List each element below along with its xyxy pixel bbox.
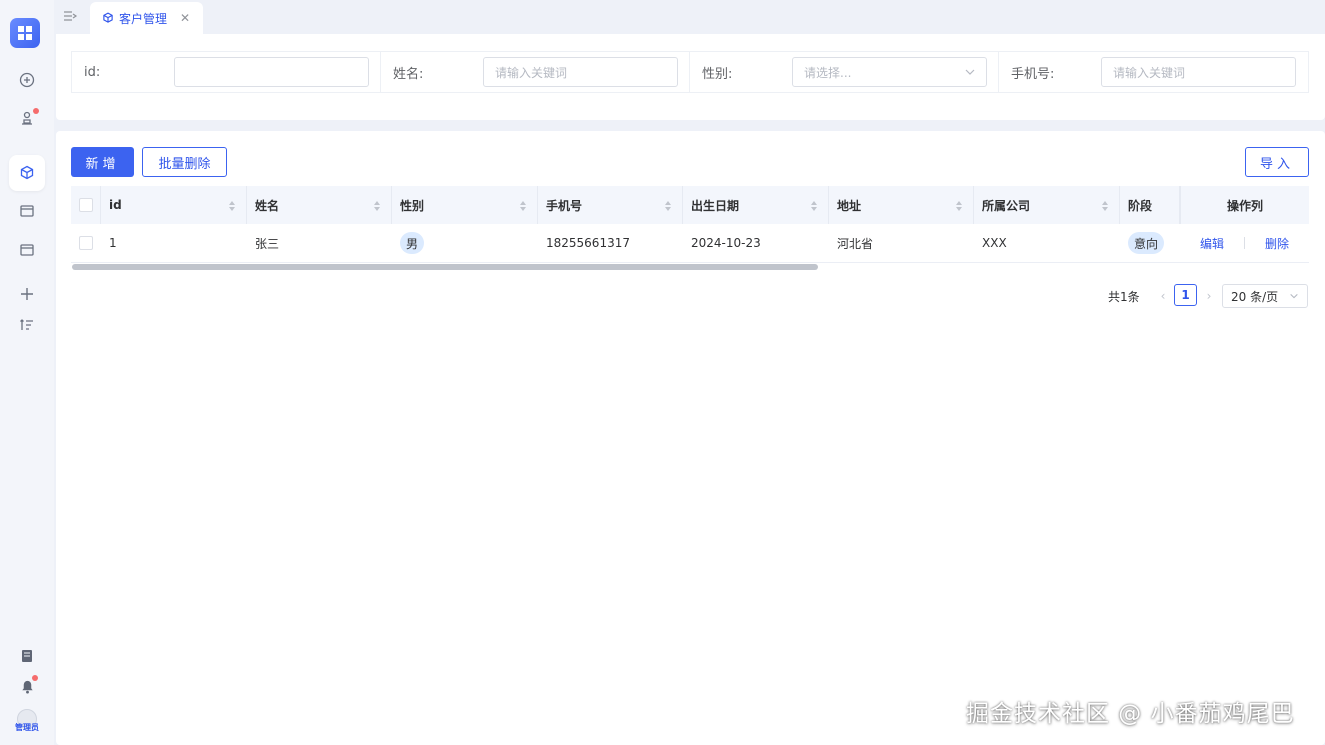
field-label: 姓名: bbox=[393, 66, 424, 82]
table-cell: 1 bbox=[109, 236, 117, 250]
table-row: 1 张三 男 18255661317 2024-10-23 河北省 XXX 意向… bbox=[71, 224, 1309, 263]
column-header[interactable]: 姓名 bbox=[247, 186, 392, 224]
stage-tag: 意向 bbox=[1128, 232, 1165, 254]
page-size-select[interactable]: 20 条/页 bbox=[1222, 284, 1308, 308]
tab-bar: 客户管理 ✕ bbox=[54, 0, 1325, 34]
window-icon[interactable] bbox=[9, 193, 45, 229]
row-select-cell bbox=[71, 224, 101, 262]
select-all-checkbox[interactable] bbox=[79, 198, 93, 212]
column-header[interactable]: id bbox=[101, 186, 247, 224]
search-form: id: 姓名: 请输入关键词 性别: 请选择... 手机号: 请输入关键词 bbox=[71, 51, 1309, 93]
page-number-button[interactable]: 1 bbox=[1174, 284, 1197, 306]
next-page-icon[interactable]: › bbox=[1202, 284, 1216, 308]
phone-input[interactable]: 请输入关键词 bbox=[1101, 57, 1296, 87]
field-phone: 手机号: 请输入关键词 bbox=[999, 52, 1308, 92]
column-title: 地址 bbox=[837, 198, 862, 213]
field-label: id: bbox=[84, 64, 101, 80]
id-input[interactable] bbox=[174, 57, 369, 87]
chevron-down-icon bbox=[965, 69, 975, 75]
user-stamp-icon[interactable] bbox=[9, 100, 45, 136]
sidebar: 管理员 bbox=[0, 0, 54, 745]
column-title: 出生日期 bbox=[691, 198, 740, 213]
column-title: 手机号 bbox=[546, 198, 583, 213]
sort-icon[interactable] bbox=[519, 200, 527, 212]
prev-page-icon[interactable]: ‹ bbox=[1156, 284, 1170, 308]
column-title: 所属公司 bbox=[982, 198, 1031, 213]
bell-icon[interactable] bbox=[9, 668, 45, 704]
column-title: id bbox=[109, 198, 122, 212]
table-cell: 2024-10-23 bbox=[691, 236, 761, 250]
sort-icon[interactable] bbox=[810, 200, 818, 212]
sort-icon[interactable] bbox=[664, 200, 672, 212]
notification-dot bbox=[32, 675, 38, 681]
field-label: 性别: bbox=[702, 66, 733, 82]
watermark: 掘金技术社区 @ 小番茄鸡尾巴 bbox=[966, 701, 1295, 727]
user-name: 管理员 bbox=[15, 723, 39, 732]
column-header[interactable]: 出生日期 bbox=[683, 186, 829, 224]
edit-link[interactable]: 编辑 bbox=[1200, 235, 1224, 252]
table-cell: 男 bbox=[392, 224, 538, 262]
action-cell: 编辑 删除 bbox=[1180, 224, 1309, 262]
sort-icon[interactable] bbox=[955, 200, 963, 212]
window-icon[interactable] bbox=[9, 232, 45, 268]
field-id: id: bbox=[72, 52, 381, 92]
pagination-total: 共1条 bbox=[1108, 289, 1140, 304]
column-header[interactable]: 手机号 bbox=[538, 186, 683, 224]
table-cell: 18255661317 bbox=[546, 236, 630, 250]
field-label: 手机号: bbox=[1011, 66, 1055, 82]
field-gender: 性别: 请选择... bbox=[690, 52, 999, 92]
app-logo-icon[interactable] bbox=[10, 18, 40, 48]
gender-tag: 男 bbox=[400, 232, 425, 254]
sort-icon[interactable] bbox=[228, 200, 236, 212]
column-header[interactable]: 所属公司 bbox=[974, 186, 1120, 224]
menu-fold-icon[interactable] bbox=[62, 8, 80, 26]
cube-icon[interactable] bbox=[9, 155, 45, 191]
table-cell: XXX bbox=[982, 236, 1007, 250]
column-header[interactable]: 性别 bbox=[392, 186, 538, 224]
table-cell: 张三 bbox=[255, 236, 280, 251]
divider bbox=[1244, 237, 1245, 249]
column-title: 姓名 bbox=[255, 198, 280, 213]
select-placeholder: 请选择... bbox=[804, 65, 852, 80]
column-header: 操作列 bbox=[1180, 186, 1309, 224]
search-panel: id: 姓名: 请输入关键词 性别: 请选择... 手机号: 请输入关键词 bbox=[56, 34, 1325, 120]
chevron-down-icon bbox=[1290, 293, 1298, 299]
cube-icon bbox=[103, 12, 113, 23]
notification-dot bbox=[33, 108, 39, 114]
add-circle-icon[interactable] bbox=[9, 62, 45, 98]
sort-icon[interactable] bbox=[373, 200, 381, 212]
customer-table: id 姓名 性别 手机号 出生日期 地址 所属公司 阶段 操作列 1 张三 男 … bbox=[71, 186, 1309, 272]
sort-icon[interactable] bbox=[1101, 200, 1109, 212]
tab-label: 客户管理 bbox=[119, 11, 168, 26]
add-button[interactable]: 新增 bbox=[71, 147, 134, 177]
column-header[interactable]: 阶段 bbox=[1120, 186, 1180, 224]
row-checkbox[interactable] bbox=[79, 236, 93, 250]
table-cell: 河北省 bbox=[837, 236, 874, 251]
table-cell: 意向 bbox=[1120, 224, 1180, 262]
horizontal-scrollbar[interactable] bbox=[72, 264, 818, 270]
select-all-cell bbox=[71, 186, 101, 224]
table-header: id 姓名 性别 手机号 出生日期 地址 所属公司 阶段 操作列 bbox=[71, 186, 1309, 224]
column-title: 阶段 bbox=[1128, 198, 1153, 213]
page-size-label: 20 条/页 bbox=[1231, 289, 1279, 304]
column-title: 操作列 bbox=[1226, 198, 1263, 213]
batch-delete-button[interactable]: 批量删除 bbox=[142, 147, 227, 177]
column-title: 性别 bbox=[400, 198, 425, 213]
sort-list-icon[interactable] bbox=[9, 307, 45, 343]
name-input[interactable]: 请输入关键词 bbox=[483, 57, 678, 87]
delete-link[interactable]: 删除 bbox=[1265, 235, 1289, 252]
main-panel: 新增 批量删除 导入 id 姓名 性别 手机号 出生日期 地址 所属公司 阶段 … bbox=[56, 131, 1325, 745]
close-icon[interactable]: ✕ bbox=[180, 11, 190, 25]
tab-customer-management[interactable]: 客户管理 ✕ bbox=[90, 2, 203, 34]
gender-select[interactable]: 请选择... bbox=[792, 57, 987, 87]
field-name: 姓名: 请输入关键词 bbox=[381, 52, 690, 92]
import-button[interactable]: 导入 bbox=[1245, 147, 1309, 177]
column-header[interactable]: 地址 bbox=[829, 186, 974, 224]
